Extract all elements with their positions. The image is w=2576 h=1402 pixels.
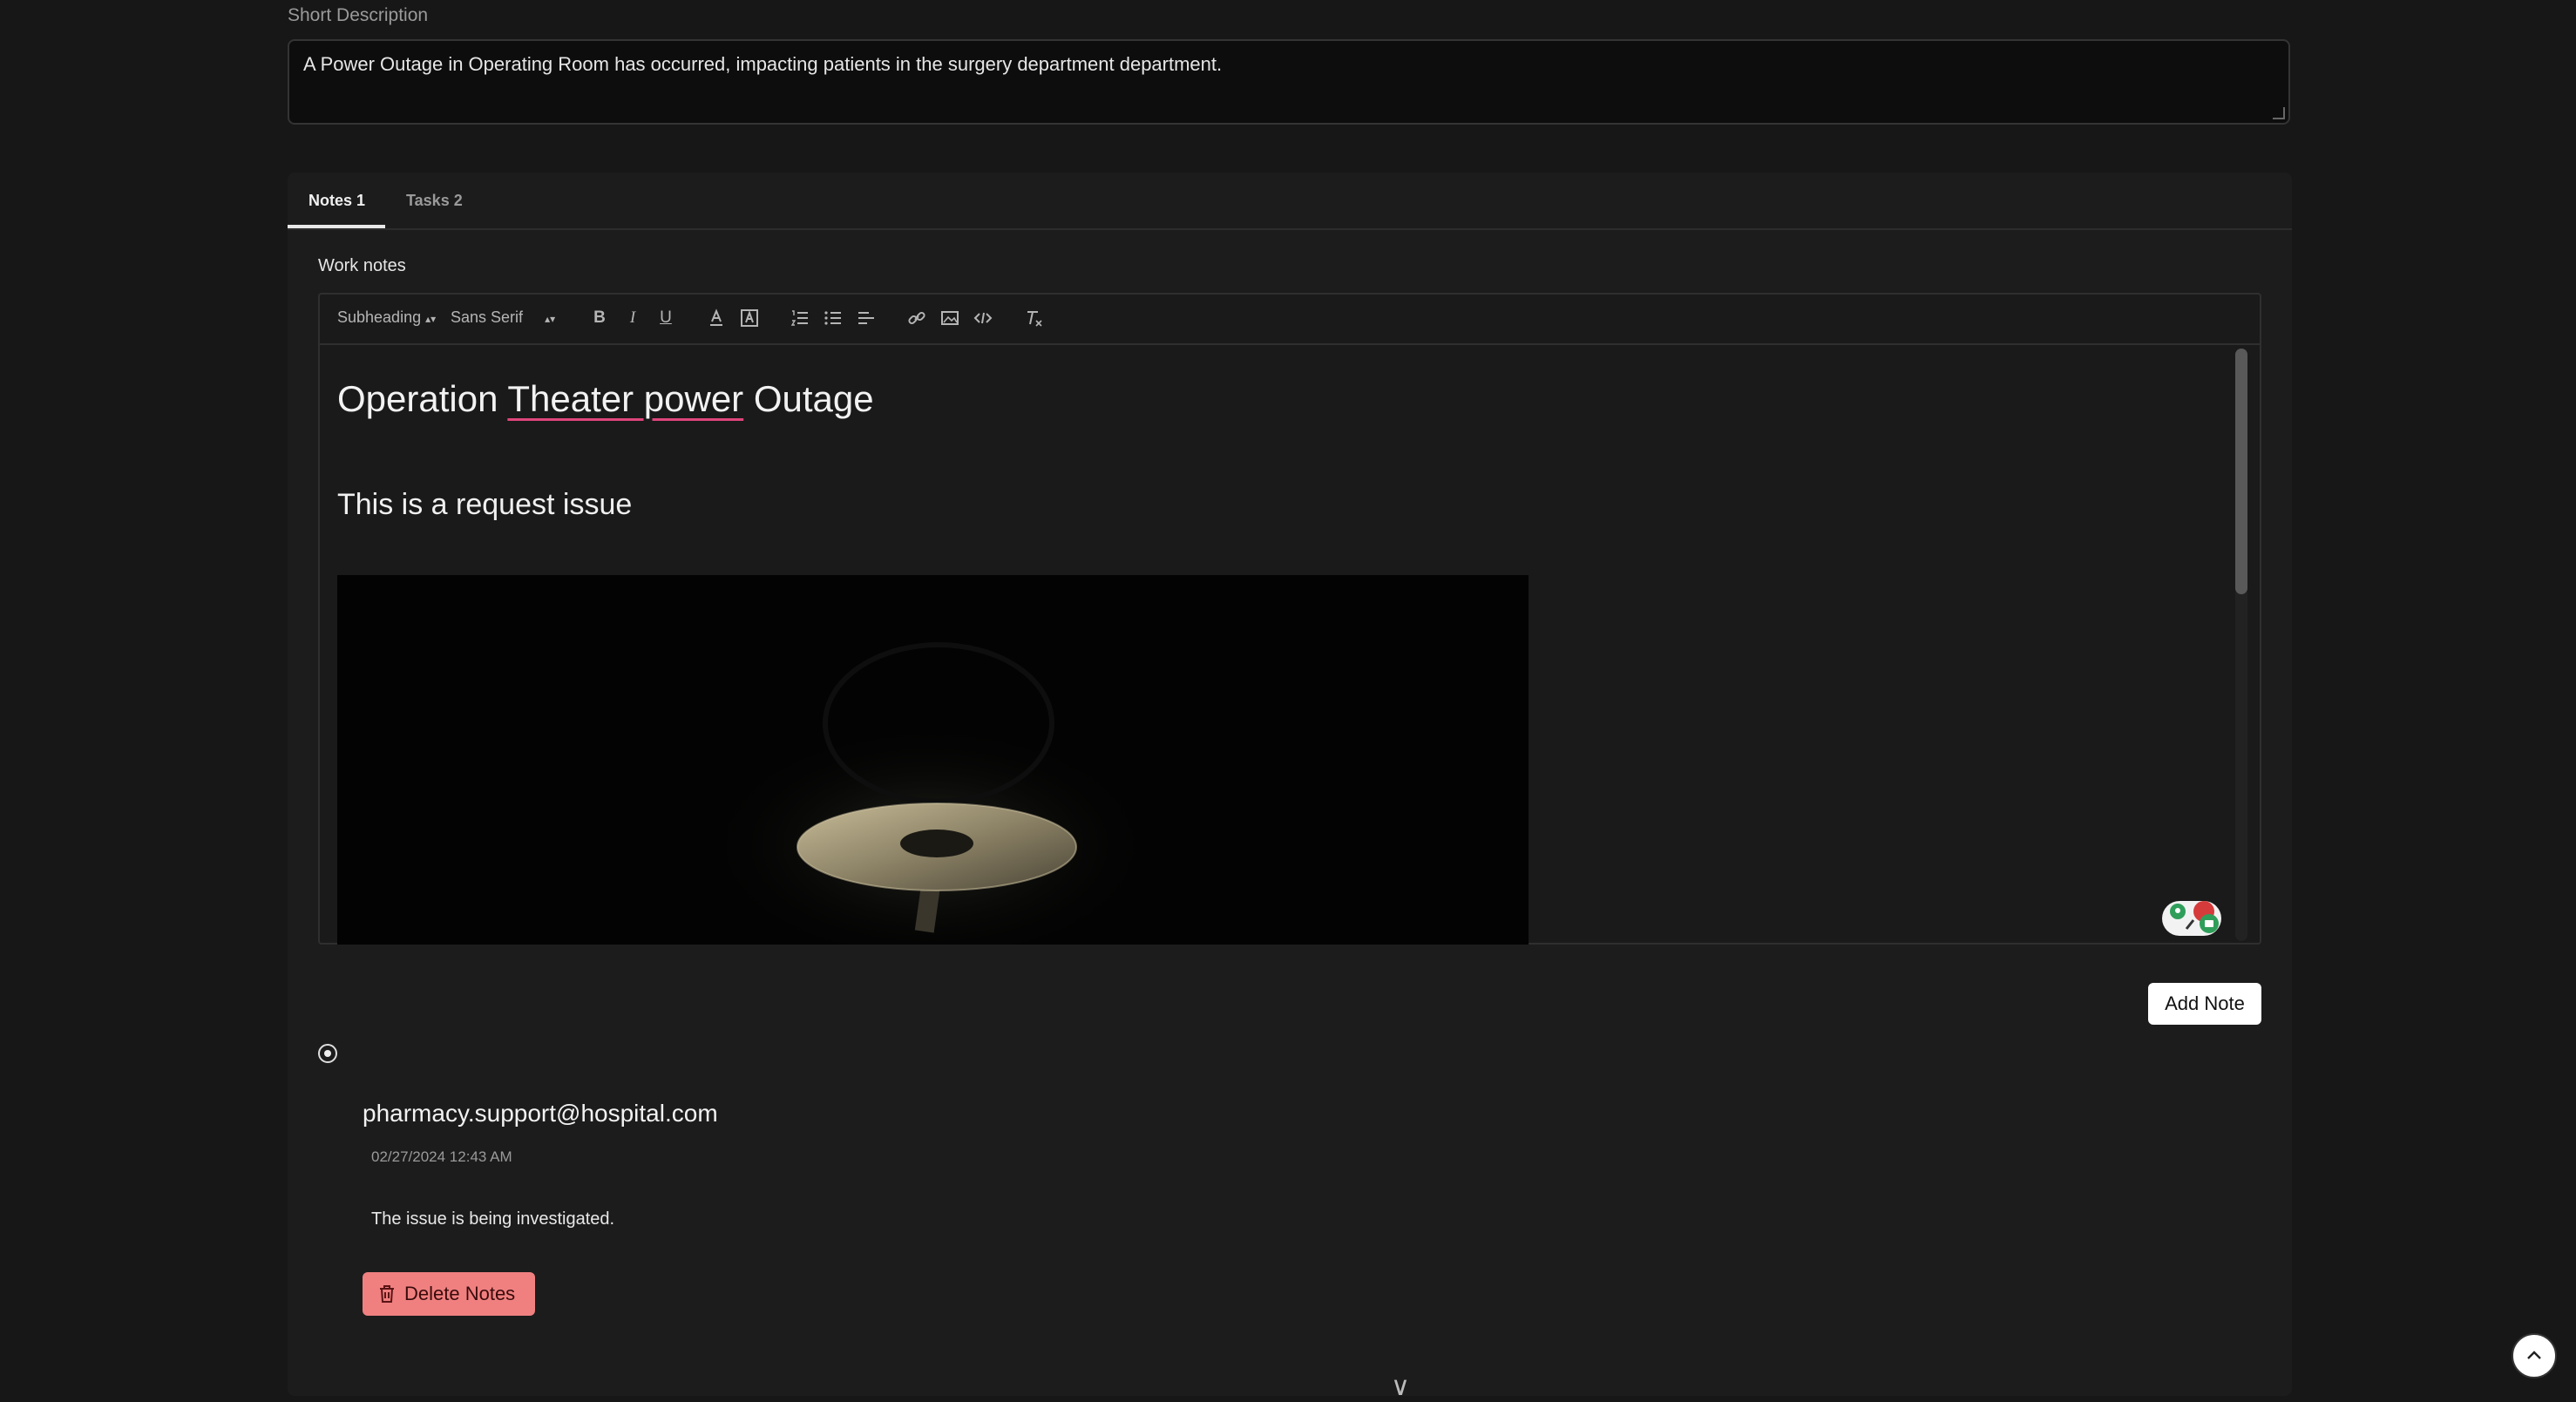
- bullet-list-icon[interactable]: [822, 307, 844, 329]
- trash-icon: [380, 1285, 394, 1303]
- bold-icon[interactable]: B: [588, 307, 611, 329]
- extension-badge-icon[interactable]: [2160, 897, 2223, 938]
- note-timestamp: 02/27/2024 12:43 AM: [371, 1148, 512, 1165]
- note-author: pharmacy.support@hospital.com: [363, 1100, 718, 1127]
- heading-select[interactable]: Subheading ▴▾: [337, 308, 436, 327]
- embedded-image: [337, 575, 1529, 945]
- editor-toolbar: Subheading ▴▾ Sans Serif ▴▾ B I U: [320, 295, 2260, 345]
- delete-notes-button[interactable]: Delete Notes: [363, 1272, 535, 1316]
- short-description-field[interactable]: A Power Outage in Operating Room has occ…: [288, 39, 2290, 125]
- notes-tasks-card: Notes 1 Tasks 2 Work notes Subheading ▴▾…: [288, 173, 2292, 1401]
- short-description-value: A Power Outage in Operating Room has occ…: [303, 53, 1223, 75]
- note-body: The issue is being investigated.: [371, 1209, 615, 1229]
- background-color-icon[interactable]: [738, 307, 761, 329]
- font-select[interactable]: Sans Serif ▴▾: [451, 308, 555, 327]
- italic-icon[interactable]: I: [621, 307, 644, 329]
- tab-bar: Notes 1 Tasks 2: [288, 173, 2292, 230]
- active-tab-indicator: [288, 225, 385, 228]
- resize-handle[interactable]: [2273, 107, 2285, 119]
- code-icon[interactable]: [972, 307, 994, 329]
- link-icon[interactable]: [905, 307, 928, 329]
- collapse-icon[interactable]: ∨: [1391, 1372, 1410, 1402]
- note-paragraph: This is a request issue: [337, 488, 633, 521]
- align-icon[interactable]: [855, 307, 878, 329]
- ordered-list-icon[interactable]: [789, 307, 811, 329]
- rich-text-editor[interactable]: Subheading ▴▾ Sans Serif ▴▾ B I U Operat…: [318, 293, 2261, 945]
- work-notes-label: Work notes: [318, 256, 406, 275]
- tab-notes[interactable]: Notes 1: [308, 192, 365, 210]
- editor-scrollbar[interactable]: [2235, 349, 2247, 941]
- delete-notes-label: Delete Notes: [404, 1283, 516, 1304]
- underline-icon[interactable]: U: [654, 307, 677, 329]
- image-icon[interactable]: [939, 307, 961, 329]
- chevron-up-icon: [2527, 1351, 2541, 1359]
- tab-tasks[interactable]: Tasks 2: [406, 192, 463, 210]
- text-color-icon[interactable]: [705, 307, 728, 329]
- editor-content[interactable]: Operation Theater power Outage This is a…: [320, 343, 2263, 945]
- add-note-button[interactable]: Add Note: [2148, 983, 2261, 1025]
- clear-format-icon[interactable]: [1022, 307, 1045, 329]
- scrollbar-thumb[interactable]: [2235, 349, 2247, 594]
- timeline-dot: [318, 1044, 337, 1063]
- short-description-label: Short Description: [288, 5, 429, 25]
- scroll-to-top-button[interactable]: [2512, 1333, 2557, 1378]
- note-heading: Operation Theater power Outage: [337, 378, 874, 419]
